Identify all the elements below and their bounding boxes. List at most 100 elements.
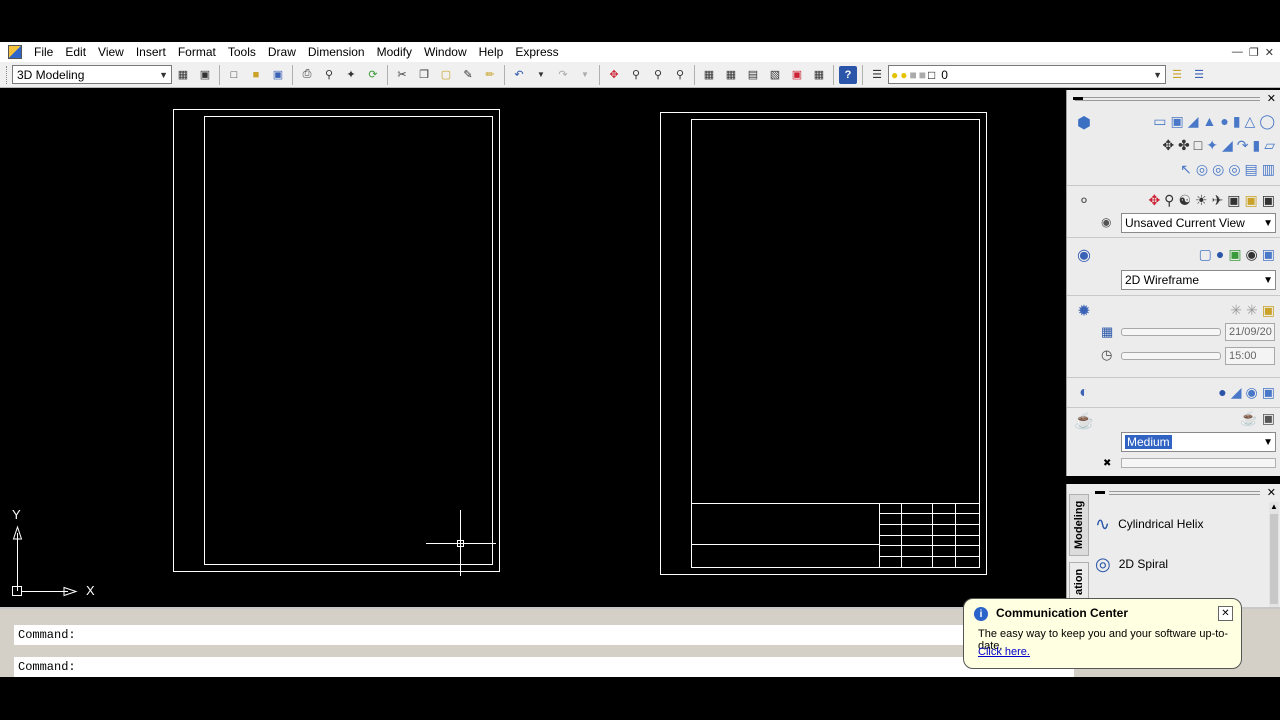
materials-panel-icon[interactable]: ◐: [1071, 380, 1097, 406]
3d-rotate-icon[interactable]: ✤: [1178, 137, 1190, 154]
calculator-icon[interactable]: ▦: [810, 66, 828, 84]
view-select[interactable]: Unsaved Current View ▼: [1121, 213, 1276, 233]
render-preset-select[interactable]: Medium ▼: [1121, 432, 1276, 452]
3d-move-icon[interactable]: ✥: [1162, 137, 1174, 154]
sun-icon[interactable]: ●: [900, 68, 907, 82]
cylinder-icon[interactable]: ▮: [1233, 113, 1241, 130]
menu-dimension[interactable]: Dimension: [302, 42, 371, 62]
plot-preview-icon[interactable]: ⚲: [320, 66, 338, 84]
undo-icon[interactable]: ↶: [510, 66, 528, 84]
publish-icon[interactable]: ✦: [342, 66, 360, 84]
visual-style-select[interactable]: 2D Wireframe ▼: [1121, 270, 1276, 290]
menu-draw[interactable]: Draw: [262, 42, 302, 62]
menu-file[interactable]: File: [28, 42, 59, 62]
save-icon[interactable]: ▣: [269, 66, 287, 84]
sweep-icon[interactable]: ↷: [1237, 137, 1249, 154]
subtract-icon[interactable]: ◎: [1212, 161, 1224, 178]
layer-previous-icon[interactable]: ☰: [1190, 66, 1208, 84]
tool-cylindrical-helix[interactable]: ∿ Cylindrical Helix: [1095, 509, 1203, 539]
open-file-icon[interactable]: ■: [247, 66, 265, 84]
make-current-layer-icon[interactable]: ☰: [1168, 66, 1186, 84]
planar-surface-icon[interactable]: ▱: [1264, 137, 1275, 154]
menu-format[interactable]: Format: [172, 42, 222, 62]
lights-panel-icon[interactable]: ✹: [1071, 298, 1097, 324]
layer-select[interactable]: ● ● ■ ■ □ 0 ▼: [888, 65, 1166, 84]
lightbulb-icon[interactable]: ●: [891, 68, 898, 82]
menu-help[interactable]: Help: [473, 42, 510, 62]
palette-close-icon[interactable]: ✕: [1267, 92, 1276, 105]
parallel-icon[interactable]: ▣: [1262, 192, 1275, 209]
walk-icon[interactable]: ☀: [1195, 192, 1208, 209]
material-sphere-icon[interactable]: ●: [1218, 384, 1226, 401]
properties-icon[interactable]: ▦: [700, 66, 718, 84]
menu-edit[interactable]: Edit: [59, 42, 92, 62]
sheet-set-icon[interactable]: ▧: [766, 66, 784, 84]
cone-icon[interactable]: ▲: [1203, 113, 1217, 130]
zoom-realtime-icon[interactable]: ⚲: [627, 66, 645, 84]
loft-icon[interactable]: ▮: [1253, 137, 1261, 154]
3d-orbit-icon[interactable]: ☯: [1178, 192, 1191, 209]
menu-modify[interactable]: Modify: [371, 42, 418, 62]
named-views-icon[interactable]: ◉: [1101, 215, 1111, 229]
markup-icon[interactable]: ▣: [788, 66, 806, 84]
restore-icon[interactable]: ❐: [1249, 46, 1259, 59]
tab-modeling[interactable]: Modeling: [1069, 494, 1089, 556]
box-icon[interactable]: ▣: [1170, 113, 1183, 130]
fly-icon[interactable]: ✈: [1212, 192, 1224, 209]
union-icon[interactable]: ◎: [1196, 161, 1208, 178]
toolbar-grip[interactable]: [6, 65, 9, 84]
design-center-icon[interactable]: ▦: [722, 66, 740, 84]
face-style-icon[interactable]: ◉: [1246, 246, 1258, 263]
3d-navigate-panel-icon[interactable]: ⚬: [1071, 188, 1097, 214]
close-icon[interactable]: ✕: [1265, 46, 1274, 59]
material-map-icon[interactable]: ◢: [1231, 384, 1242, 401]
time-field[interactable]: 15:00: [1225, 347, 1275, 365]
light-list-icon[interactable]: ▣: [1262, 302, 1275, 319]
tool-palette-grip[interactable]: [1109, 491, 1260, 495]
workspace-save-icon[interactable]: ▣: [196, 66, 214, 84]
minimize-icon[interactable]: —: [1232, 46, 1243, 58]
block-editor-icon[interactable]: ✏: [481, 66, 499, 84]
extrude-icon[interactable]: □: [1194, 137, 1202, 154]
plot-icon[interactable]: ⎙: [298, 66, 316, 84]
thicken-icon[interactable]: ▤: [1245, 161, 1258, 178]
render-cancel-icon[interactable]: ✖: [1103, 458, 1111, 469]
layer-manager-icon[interactable]: ☰: [868, 66, 886, 84]
3d-make-panel-icon[interactable]: ⬢: [1071, 110, 1097, 136]
menu-tools[interactable]: Tools: [222, 42, 262, 62]
tool-palettes-icon[interactable]: ▤: [744, 66, 762, 84]
intersect-icon[interactable]: ◎: [1228, 161, 1240, 178]
visual-styles-panel-icon[interactable]: ◉: [1071, 242, 1097, 268]
zoom-previous-icon[interactable]: ⚲: [671, 66, 689, 84]
cut-icon[interactable]: ✂: [393, 66, 411, 84]
date-field[interactable]: 21/09/20: [1225, 323, 1275, 341]
wedge-icon[interactable]: ◢: [1188, 113, 1199, 130]
polysolid-icon[interactable]: ▭: [1153, 113, 1166, 130]
point-light-icon[interactable]: ✳: [1230, 302, 1242, 319]
plot-layer-icon[interactable]: ■: [919, 68, 926, 82]
render-window-icon[interactable]: ▣: [1262, 410, 1275, 427]
menu-express[interactable]: Express: [509, 42, 564, 62]
workspace-select[interactable]: 3D Modeling ▼: [12, 65, 172, 84]
slice-icon[interactable]: ↖: [1180, 161, 1192, 178]
tool-palette-collapse-icon[interactable]: ▬: [1095, 486, 1105, 497]
render-panel-icon[interactable]: ☕: [1071, 408, 1097, 434]
3d-zoom-icon[interactable]: ⚲: [1164, 192, 1174, 209]
scroll-thumb[interactable]: [1270, 514, 1278, 604]
undo-dropdown-icon[interactable]: ▼: [532, 66, 550, 84]
workspace-settings-icon[interactable]: ▦: [174, 66, 192, 84]
redo-dropdown-icon[interactable]: ▼: [576, 66, 594, 84]
spotlight-icon[interactable]: ✳: [1246, 302, 1258, 319]
torus-icon[interactable]: ◯: [1259, 113, 1275, 130]
menu-window[interactable]: Window: [418, 42, 473, 62]
scroll-up-icon[interactable]: ▲: [1270, 502, 1278, 511]
realistic-icon[interactable]: ▣: [1228, 246, 1241, 263]
time-slider[interactable]: [1121, 352, 1221, 360]
paste-icon[interactable]: ▢: [437, 66, 455, 84]
match-properties-icon[interactable]: ✎: [459, 66, 477, 84]
3d-pan-icon[interactable]: ✥: [1148, 192, 1160, 209]
shaded-icon[interactable]: ●: [1216, 246, 1224, 263]
date-slider[interactable]: [1121, 328, 1221, 336]
new-file-icon[interactable]: □: [225, 66, 243, 84]
pyramid-icon[interactable]: △: [1245, 113, 1256, 130]
